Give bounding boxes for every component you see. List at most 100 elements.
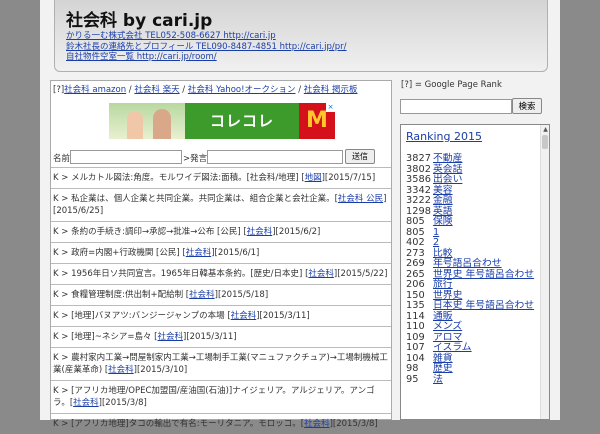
submit-button[interactable]: 送信 xyxy=(345,149,375,164)
rank-keyword-link[interactable]: 出会い xyxy=(433,174,540,186)
search-input[interactable] xyxy=(400,99,512,114)
rank-keyword-link[interactable]: メンズ xyxy=(433,321,540,333)
rank-count: 95 xyxy=(406,373,419,385)
nav-separator: / xyxy=(295,85,304,95)
list-item: 95 法 xyxy=(406,373,540,386)
main-column: [?]社会科 amazon / 社会科 楽天 / 社会科 Yahoo!オークショ… xyxy=(50,80,392,429)
list-item: 3586 出会い xyxy=(406,174,540,186)
ad-headline: コレコレ xyxy=(185,103,299,139)
site-header: 社会科 by cari.jp かりる一む株式会社 TEL052-508-6627… xyxy=(54,0,548,72)
entry-text: K > 条約の手続き:調印→承認→批准→公布 [公民] [ xyxy=(53,227,247,237)
nav-separator: / xyxy=(179,85,188,95)
list-item: K > 農村家内工業→問屋制家内工業→工場制手工業(マニュファクチュア)→工場制… xyxy=(51,347,391,380)
rank-keyword-link[interactable]: 歴史 xyxy=(433,363,540,375)
list-item: 107 イスラム xyxy=(406,342,540,354)
list-item: 265 世界史 年号語呂合わせ xyxy=(406,269,540,281)
rank-keyword-link[interactable]: 保険 xyxy=(433,216,540,228)
entry-text: K > [アフリカ地理]タコの輸出で有名:モーリタニア。モロッコ。[ xyxy=(53,419,305,429)
rank-count: 110 xyxy=(406,321,425,332)
rank-keyword-link[interactable]: 不動産 xyxy=(433,153,540,165)
profile-link[interactable]: 鈴木社長の連絡先とプロフィール TEL090-8487-4851 http://… xyxy=(66,42,347,52)
entry-text: K > 私企業は、個人企業と共同企業。共同企業は、組合企業と会社企業。[ xyxy=(53,194,338,204)
company-link[interactable]: かりる一む株式会社 TEL052-508-6627 http://cari.jp xyxy=(66,31,276,41)
list-item: 3827 不動産 xyxy=(406,153,540,165)
list-item: K > [地理]バヌアツ:バンジージャンプの本場 [社会科][2015/3/11… xyxy=(51,305,391,326)
nav-amazon-link[interactable]: 社会科 amazon xyxy=(64,85,126,95)
entry-link[interactable]: 社会科 公民 xyxy=(338,194,383,204)
list-item: K > 政府=内閣+行政機関 [公民] [社会科][2015/6/1] xyxy=(51,242,391,263)
entry-link[interactable]: 社会科 xyxy=(304,419,330,429)
ad-close-icon[interactable]: × xyxy=(326,103,335,112)
ad-banner[interactable]: コレコレ M × xyxy=(109,103,335,139)
rank-count: 98 xyxy=(406,363,419,374)
list-item: 104 雑貨 xyxy=(406,353,540,365)
entry-text: K > 1956年日ソ共同宣言。1965年日韓基本条約。[歴史/日本史] [ xyxy=(53,269,309,279)
rank-count: 805 xyxy=(406,216,425,227)
list-item: 269 年号語呂合わせ xyxy=(406,258,540,270)
rank-count: 3586 xyxy=(406,174,431,185)
entry-text: K > 食糧管理制度:供出制+配給制 [ xyxy=(53,290,190,300)
ad-photo xyxy=(109,103,185,139)
list-item: K > 私企業は、個人企業と共同企業。共同企業は、組合企業と会社企業。[社会科 … xyxy=(51,188,391,221)
list-item: 135 日本史 年号語呂合わせ xyxy=(406,300,540,312)
rank-count: 402 xyxy=(406,237,425,248)
entry-link[interactable]: 社会科 xyxy=(308,269,334,279)
list-item: 109 アロマ xyxy=(406,332,540,344)
entry-link[interactable]: 社会科 xyxy=(231,311,257,321)
entry-link[interactable]: 社会科 xyxy=(189,290,215,300)
rank-count: 107 xyxy=(406,342,425,353)
entry-date: ][2015/5/22] xyxy=(333,269,388,279)
rank-keyword-link[interactable]: 法 xyxy=(433,374,540,386)
rank-keyword-link[interactable]: 2 xyxy=(433,237,540,249)
list-item: 805 1 xyxy=(406,227,540,239)
rank-keyword-link[interactable]: 1 xyxy=(433,227,540,239)
entry-date: ][2015/7/15] xyxy=(321,173,376,183)
name-input[interactable] xyxy=(70,150,182,164)
list-item: 3222 金融 xyxy=(406,195,540,207)
entry-date: ][2015/5/18] xyxy=(214,290,269,300)
entry-text: K > [地理]~ネシア=島々 [ xyxy=(53,332,158,342)
search-button[interactable]: 検索 xyxy=(512,98,542,114)
list-item: 805 保険 xyxy=(406,216,540,228)
post-form: 名前 >発言 送信 xyxy=(53,149,391,165)
entry-link[interactable]: 社会科 xyxy=(247,227,273,237)
list-item: K > 1956年日ソ共同宣言。1965年日韓基本条約。[歴史/日本史] [社会… xyxy=(51,263,391,284)
message-label: >発言 xyxy=(183,154,208,164)
entry-date: ][2015/3/10] xyxy=(133,365,188,375)
list-item: K > [地理]~ネシア=島々 [社会科][2015/3/11] xyxy=(51,326,391,347)
entry-date: ][2015/6/2] xyxy=(272,227,321,237)
ranking-scrollbar[interactable]: ▲ xyxy=(540,125,549,419)
rank-count: 206 xyxy=(406,279,425,290)
ranking-panel: Ranking 2015 3827 不動産 3802 英会話 3586 出会い 334… xyxy=(400,124,550,420)
message-input[interactable] xyxy=(207,150,343,164)
scroll-thumb[interactable] xyxy=(542,135,548,149)
list-item: K > [アフリカ地理/OPEC加盟国/産油国(石油)]ナイジェリア。アルジェリ… xyxy=(51,380,391,413)
nav-rakuten-link[interactable]: 社会科 楽天 xyxy=(134,85,179,95)
list-item: 402 2 xyxy=(406,237,540,249)
entry-date: ][2015/6/1] xyxy=(211,248,260,258)
rank-keyword-link[interactable]: 年号語呂合わせ xyxy=(433,258,540,270)
rank-keyword-link[interactable]: 金融 xyxy=(433,195,540,207)
nav-yahoo-auction-link[interactable]: 社会科 Yahoo!オークション xyxy=(188,85,296,95)
entry-link[interactable]: 社会科 xyxy=(73,398,99,408)
entry-link[interactable]: 社会科 xyxy=(186,248,212,258)
list-item: K > 食糧管理制度:供出制+配給制 [社会科][2015/5/18] xyxy=(51,284,391,305)
entry-link[interactable]: 地図 xyxy=(305,173,322,183)
rank-keyword-link[interactable]: イスラム xyxy=(433,342,540,354)
name-label: 名前 xyxy=(53,154,71,164)
entry-date: ][2015/3/8] xyxy=(329,419,378,429)
scroll-up-icon[interactable]: ▲ xyxy=(541,125,549,134)
ranking-title[interactable]: Ranking 2015 xyxy=(406,130,482,143)
entry-link[interactable]: 社会科 xyxy=(108,365,134,375)
site-title[interactable]: 社会科 by cari.jp xyxy=(66,6,212,31)
list-item: 114 通販 xyxy=(406,311,540,323)
list-item: 98 歴史 xyxy=(406,363,540,375)
vacancy-link[interactable]: 自社物件空室一覧 http://cari.jp/room/ xyxy=(66,52,217,62)
rank-count: 269 xyxy=(406,258,425,269)
rank-keyword-link[interactable]: 日本史 年号語呂合わせ xyxy=(433,300,540,312)
top-nav: [?]社会科 amazon / 社会科 楽天 / 社会科 Yahoo!オークショ… xyxy=(53,83,358,95)
entry-link[interactable]: 社会科 xyxy=(158,332,184,342)
rank-keyword-link[interactable]: 旅行 xyxy=(433,279,540,291)
ad-person-2 xyxy=(153,109,171,139)
nav-bbs-link[interactable]: 社会科 掲示板 xyxy=(304,85,358,95)
